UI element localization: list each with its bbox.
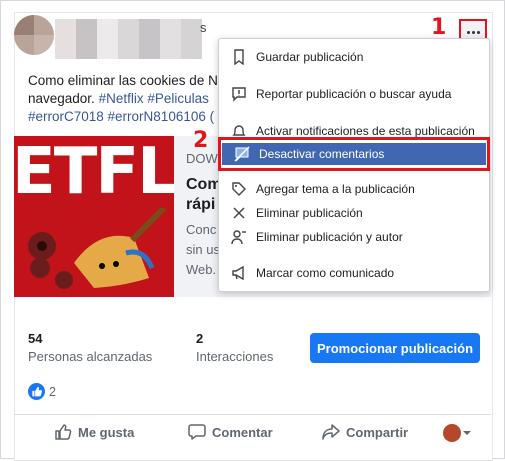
menu-item-label: Desactivar comentarios <box>259 147 385 161</box>
close-icon <box>233 207 245 219</box>
author-name-suffix: s <box>200 20 207 35</box>
menu-item-delete-post[interactable]: Eliminar publicación <box>219 201 489 225</box>
more-dots-icon <box>466 30 480 34</box>
step-2-annotation: 2 <box>193 128 209 153</box>
user-remove-icon <box>231 230 246 245</box>
menu-item-delete-post-and-author[interactable]: Eliminar publicación y autor <box>219 225 489 249</box>
comment-button[interactable]: Comentar <box>188 423 273 441</box>
menu-item-label: Agregar tema a la publicación <box>256 182 415 196</box>
menu-item-notifications[interactable]: Activar notificaciones de esta publicaci… <box>219 119 489 143</box>
tag-icon <box>232 182 246 196</box>
like-reaction-icon <box>28 383 45 400</box>
share-label: Compartir <box>346 424 409 440</box>
link-title-line-1: Com <box>186 176 222 193</box>
menu-item-label: Eliminar publicación y autor <box>256 230 403 244</box>
menu-item-report[interactable]: Reportar publicación o buscar ayuda <box>219 82 489 106</box>
interactions-value: 2 <box>196 331 204 346</box>
menu-item-save[interactable]: Guardar publicación <box>219 45 489 69</box>
promote-post-button[interactable]: Promocionar publicación <box>310 333 480 363</box>
like-button[interactable]: Me gusta <box>54 423 134 441</box>
post-text: Como eliminar las cookies de N navegador… <box>28 72 228 126</box>
chevron-down-icon <box>463 431 471 435</box>
interactions-label: Interacciones <box>196 349 274 364</box>
step-1-annotation: 1 <box>431 15 447 40</box>
action-bar: Me gusta Comentar Compartir <box>14 414 491 449</box>
comment-off-icon <box>234 146 250 162</box>
megaphone-icon <box>232 265 244 281</box>
link-desc-line-2: sin us <box>186 242 220 257</box>
hashtag-line-3[interactable]: #errorC7018 #errorN8106106 ( <box>28 108 228 126</box>
menu-item-label: Eliminar publicación <box>256 206 363 220</box>
menu-item-mark-announcement[interactable]: Marcar como comunicado <box>219 261 489 285</box>
share-button[interactable]: Compartir <box>322 423 408 441</box>
reactions-count: 2 <box>49 384 56 399</box>
post-options-menu: Guardar publicación Reportar publicación… <box>218 38 490 292</box>
like-label: Me gusta <box>78 424 135 440</box>
menu-item-add-topic[interactable]: Agregar tema a la publicación <box>219 177 489 201</box>
link-domain: DOW <box>186 151 218 166</box>
menu-item-label: Reportar publicación o buscar ayuda <box>256 87 452 101</box>
thumbnail-logo-text: ETFLI <box>14 136 174 209</box>
link-desc-line-1: Conc <box>186 222 217 237</box>
thumbnail-illustration <box>28 208 167 289</box>
bookmark-icon <box>234 49 244 65</box>
author-name-pixelated[interactable] <box>55 19 205 59</box>
hashtag-line-2[interactable]: #Netflix #Peliculas <box>99 91 209 106</box>
reach-value: 54 <box>28 331 43 346</box>
menu-item-label: Guardar publicación <box>256 50 364 64</box>
menu-item-label: Marcar como comunicado <box>256 266 395 280</box>
thumbs-up-icon <box>55 424 72 440</box>
bell-icon <box>232 125 246 136</box>
avatar[interactable] <box>14 15 54 55</box>
post-insights: 54 Personas alcanzadas 2 Interacciones P… <box>14 320 491 370</box>
comment-icon <box>188 424 206 440</box>
reactions-summary[interactable]: 2 <box>28 383 56 400</box>
post-text-line-2: navegador. <box>28 91 99 106</box>
reach-label: Personas alcanzadas <box>28 349 153 364</box>
comment-label: Comentar <box>212 424 273 440</box>
page-avatar-icon <box>443 424 461 442</box>
menu-item-label: Activar notificaciones de esta publicaci… <box>256 124 475 138</box>
audience-selector[interactable] <box>443 424 473 442</box>
link-thumbnail: ETFLI <box>14 136 174 297</box>
share-icon <box>322 424 340 440</box>
link-desc-line-3: Web. <box>186 262 217 277</box>
post-text-line-1: Como eliminar las cookies de N <box>28 73 218 88</box>
report-icon <box>232 87 246 102</box>
link-title-line-2: rápi <box>186 196 216 213</box>
menu-item-disable-comments[interactable]: Desactivar comentarios <box>222 143 486 165</box>
